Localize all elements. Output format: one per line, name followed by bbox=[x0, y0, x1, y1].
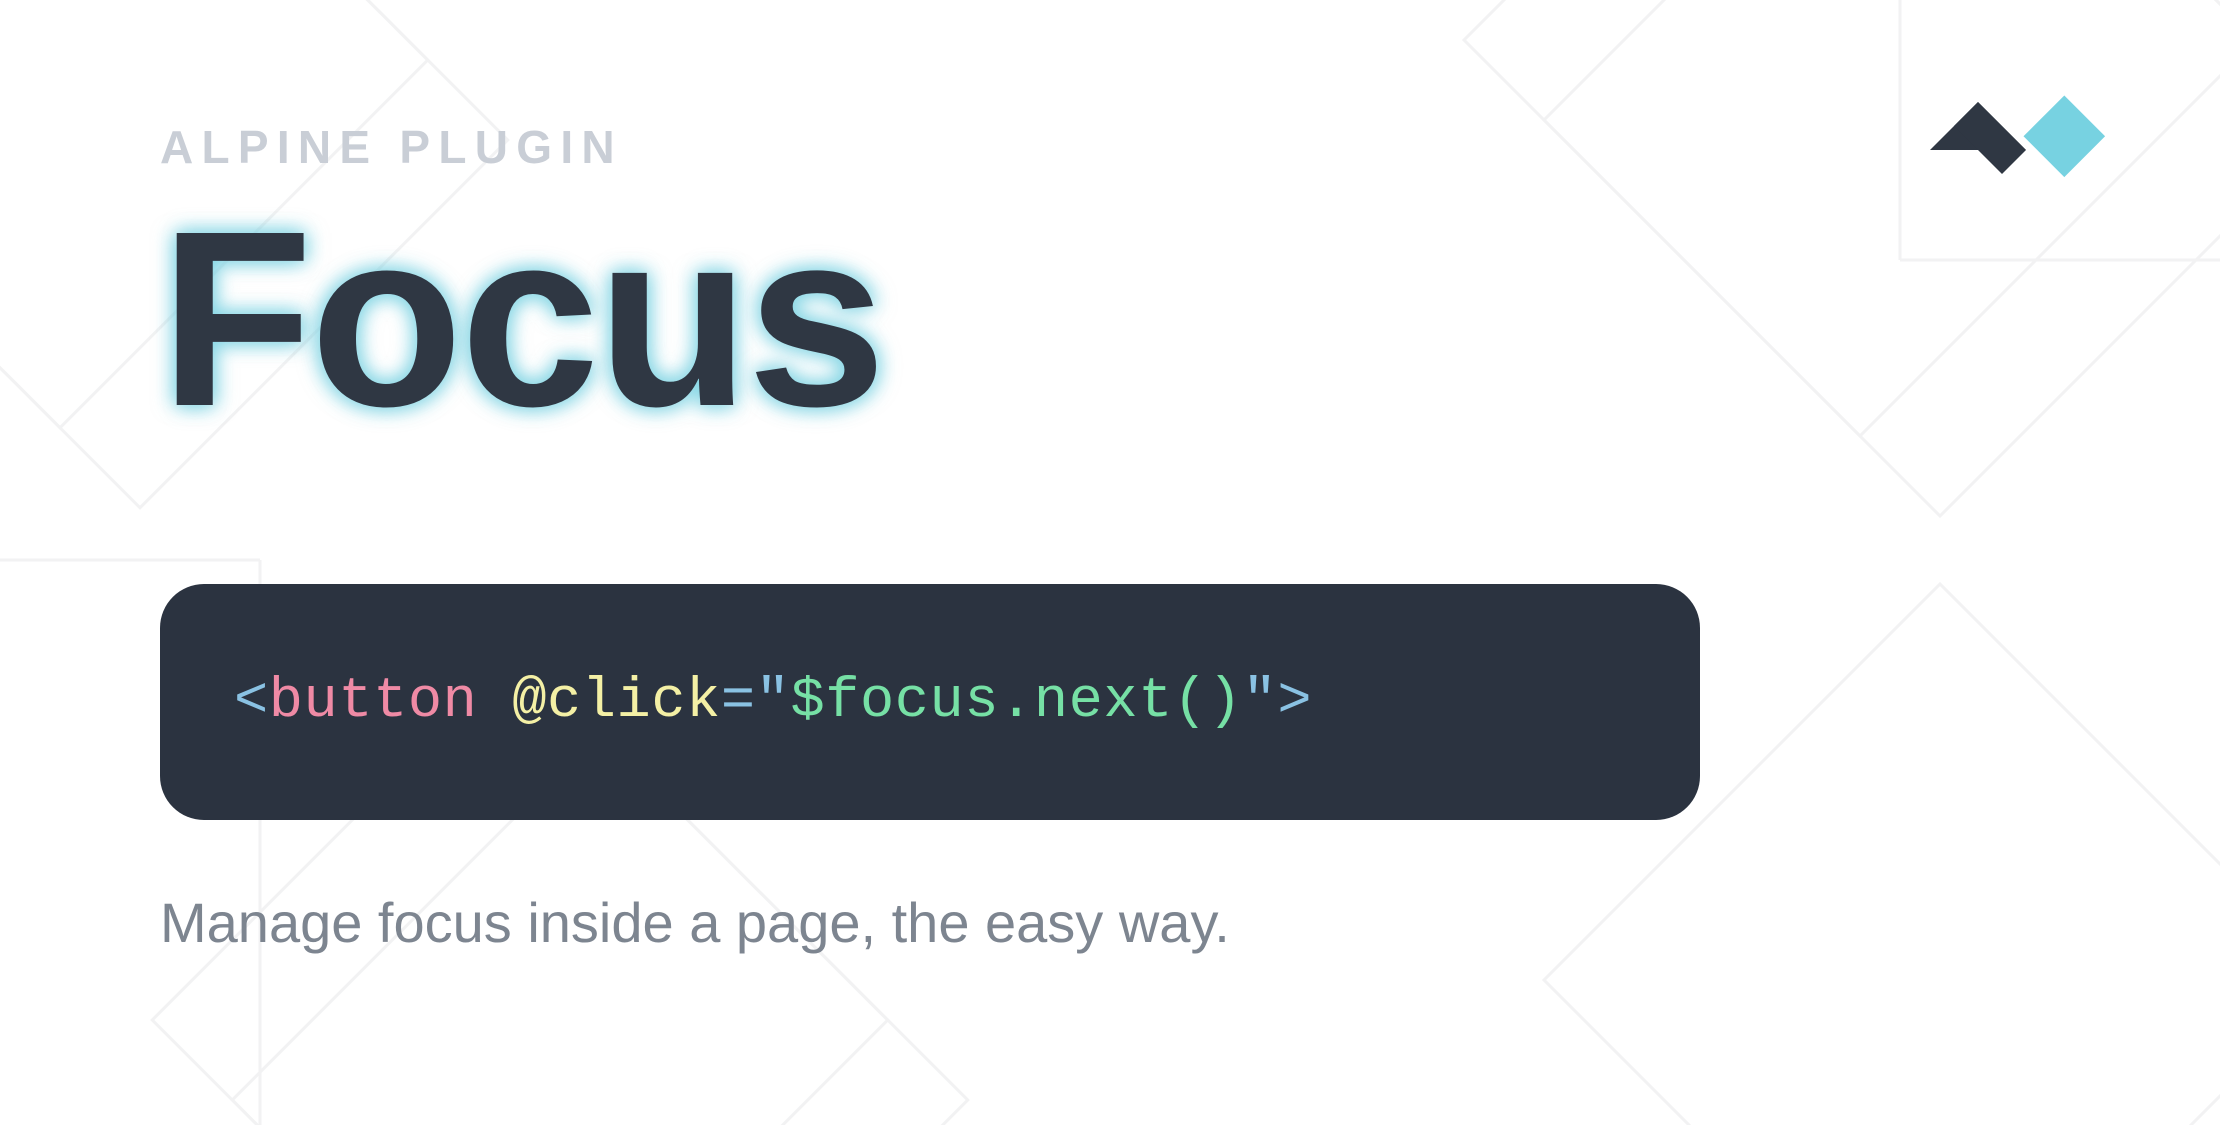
eyebrow-label: ALPINE PLUGIN bbox=[160, 120, 2060, 174]
code-token-value: $focus.next() bbox=[790, 670, 1242, 734]
code-token-space bbox=[477, 670, 512, 734]
code-token-bracket-open: < bbox=[234, 670, 269, 734]
subtitle: Manage focus inside a page, the easy way… bbox=[160, 890, 2060, 955]
code-token-quote-close: " bbox=[1243, 670, 1278, 734]
page-title: Focus bbox=[160, 194, 884, 444]
code-token-quote-open: " bbox=[756, 670, 791, 734]
code-token-attr: @click bbox=[512, 670, 721, 734]
code-example: <button @click="$focus.next()"> bbox=[160, 584, 1700, 820]
code-token-bracket-close: > bbox=[1277, 670, 1312, 734]
code-token-equals: = bbox=[721, 670, 756, 734]
main-content: ALPINE PLUGIN Focus <button @click="$foc… bbox=[0, 0, 2220, 955]
code-token-tag: button bbox=[269, 670, 478, 734]
